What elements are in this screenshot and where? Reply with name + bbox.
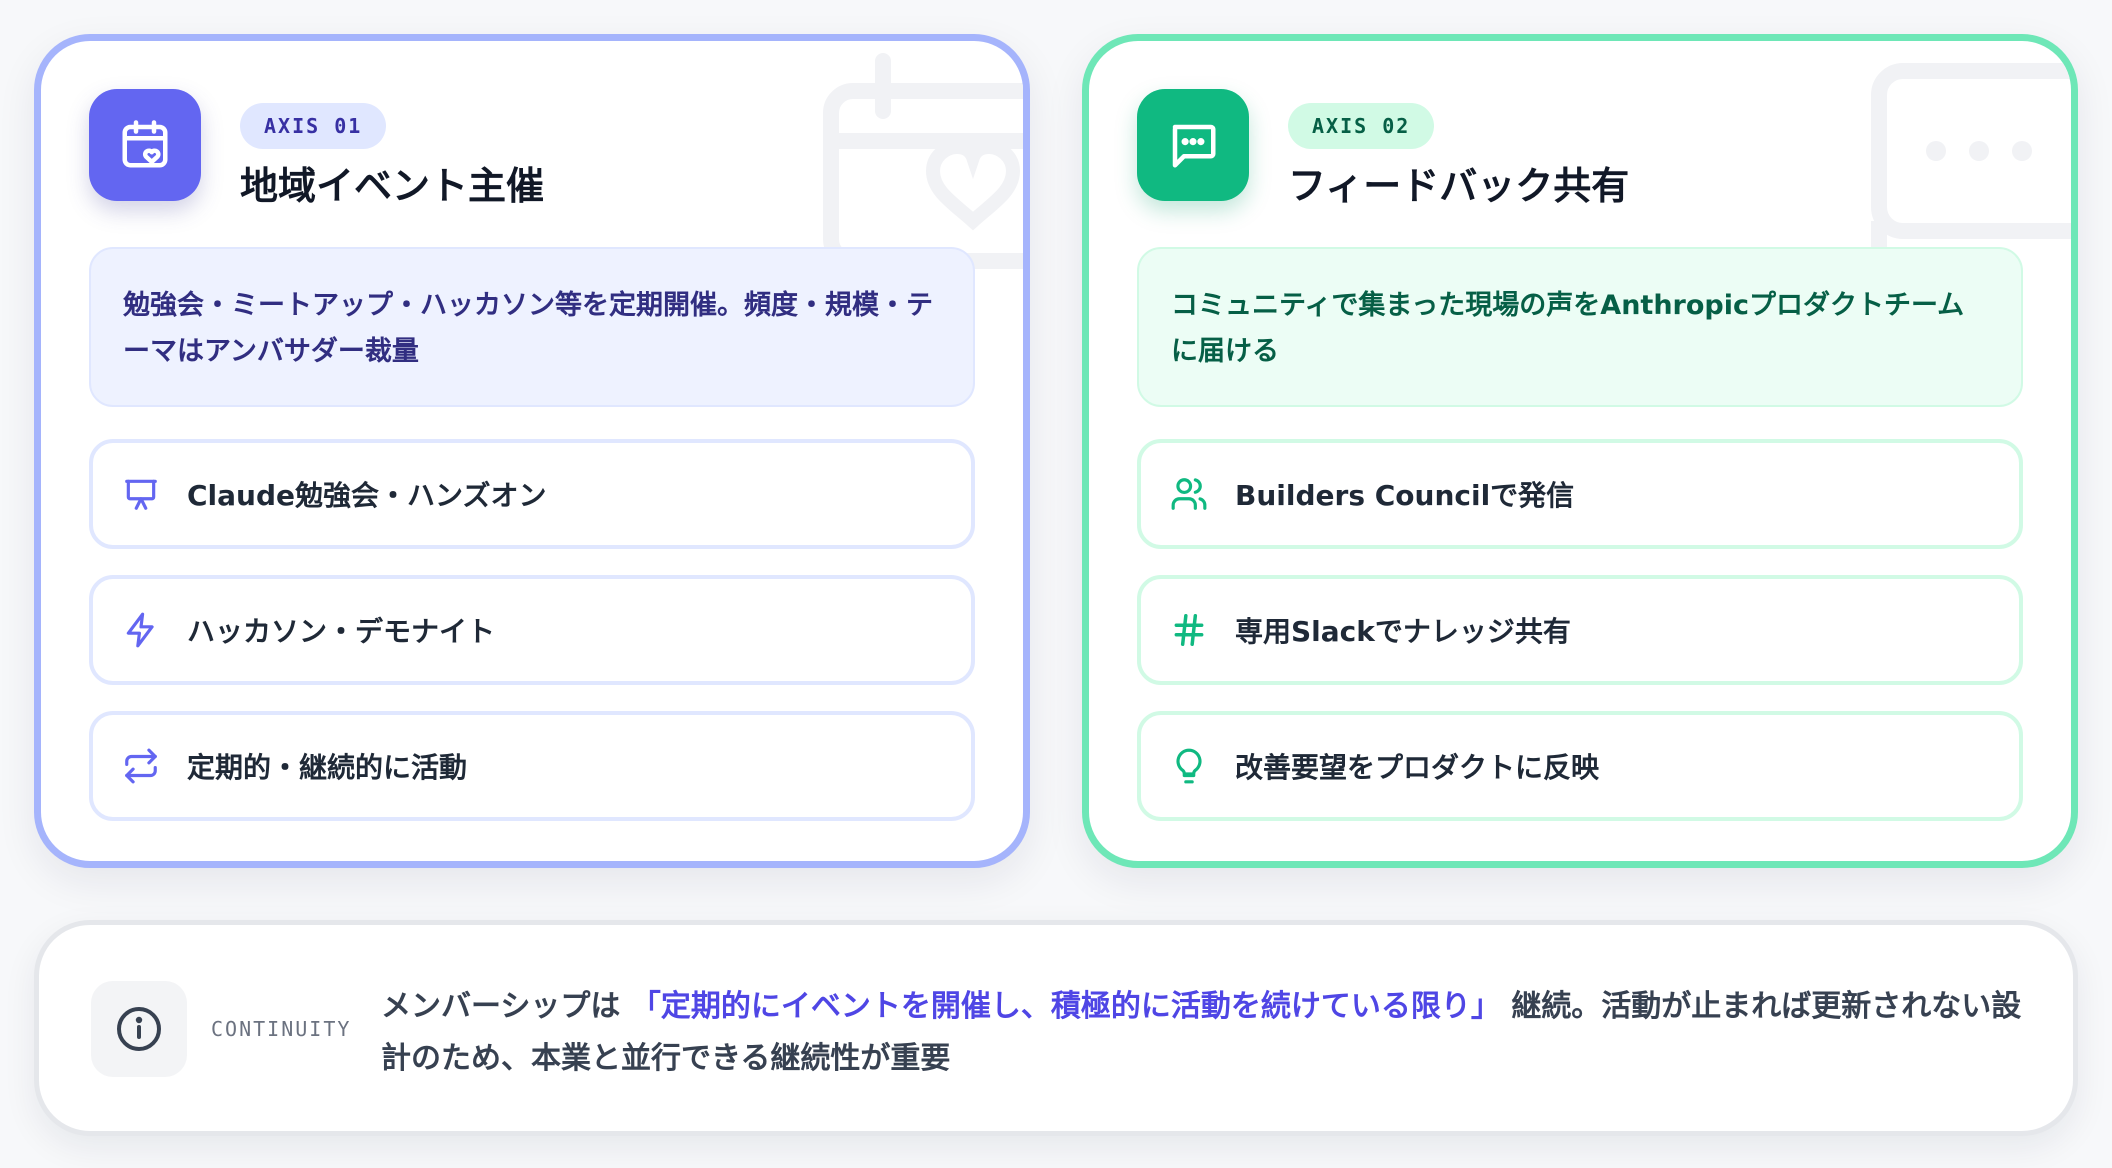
axis-01-item-label: 定期的・継続的に活動 (187, 751, 468, 784)
axis-02-item: Builders Councilで発信 (1137, 439, 2023, 549)
axis-02-item: 改善要望をプロダクトに反映 (1137, 711, 2023, 821)
axis-02-item-label: 専用Slackでナレッジ共有 (1235, 615, 1571, 648)
axis-01-item: ハッカソン・デモナイト (89, 575, 975, 685)
axis-02-icon-tile (1137, 89, 1249, 201)
axis-02-item-label: Builders Councilで発信 (1235, 479, 1575, 512)
axis-01-item: 定期的・継続的に活動 (89, 711, 975, 821)
presentation-icon (121, 474, 161, 514)
axis-01-badge: AXIS 01 (240, 103, 387, 149)
continuity-label: CONTINUITY (211, 1017, 352, 1041)
calendar-heart-icon (122, 120, 168, 168)
axis-01-item: Claude勉強会・ハンズオン (89, 439, 975, 549)
axis-01-icon-tile (89, 89, 201, 201)
hash-icon (1169, 610, 1209, 650)
continuity-highlight: 「定期的にイベントを開催し、積極的に活動を続けている限り」 (630, 989, 1501, 1024)
axis-01-card: AXIS 01 地域イベント主催 勉強会・ミートアップ・ハッカソン等を定期開催。… (34, 34, 1030, 868)
axis-02-description: コミュニティで集まった現場の声をAnthropicプロダクトチームに届ける (1137, 247, 2023, 407)
axis-02-card: AXIS 02 フィードバック共有 コミュニティで集まった現場の声をAnthro… (1082, 34, 2078, 868)
chat-bubble-icon (1172, 124, 1216, 168)
repeat-icon (121, 746, 161, 786)
continuity-note: CONTINUITY メンバーシップは 「定期的にイベントを開催し、積極的に活動… (34, 920, 2078, 1136)
axis-01-title: 地域イベント主催 (240, 164, 545, 208)
continuity-text: メンバーシップは 「定期的にイベントを開催し、積極的に活動を続けている限り」 継… (381, 981, 2031, 1085)
axis-01-item-label: ハッカソン・デモナイト (187, 615, 496, 648)
axis-02-item: 専用Slackでナレッジ共有 (1137, 575, 2023, 685)
axis-02-badge: AXIS 02 (1288, 103, 1435, 149)
users-icon (1169, 474, 1209, 514)
axis-01-description: 勉強会・ミートアップ・ハッカソン等を定期開催。頻度・規模・テーマはアンバサダー裁… (89, 247, 975, 407)
lightning-icon (121, 610, 161, 650)
axis-02-item-label: 改善要望をプロダクトに反映 (1235, 751, 1600, 784)
axis-02-title: フィードバック共有 (1288, 164, 1630, 208)
axis-01-item-label: Claude勉強会・ハンズオン (187, 479, 547, 512)
lightbulb-icon (1169, 746, 1209, 786)
continuity-text-before: メンバーシップは (381, 989, 621, 1024)
info-icon (91, 981, 187, 1077)
